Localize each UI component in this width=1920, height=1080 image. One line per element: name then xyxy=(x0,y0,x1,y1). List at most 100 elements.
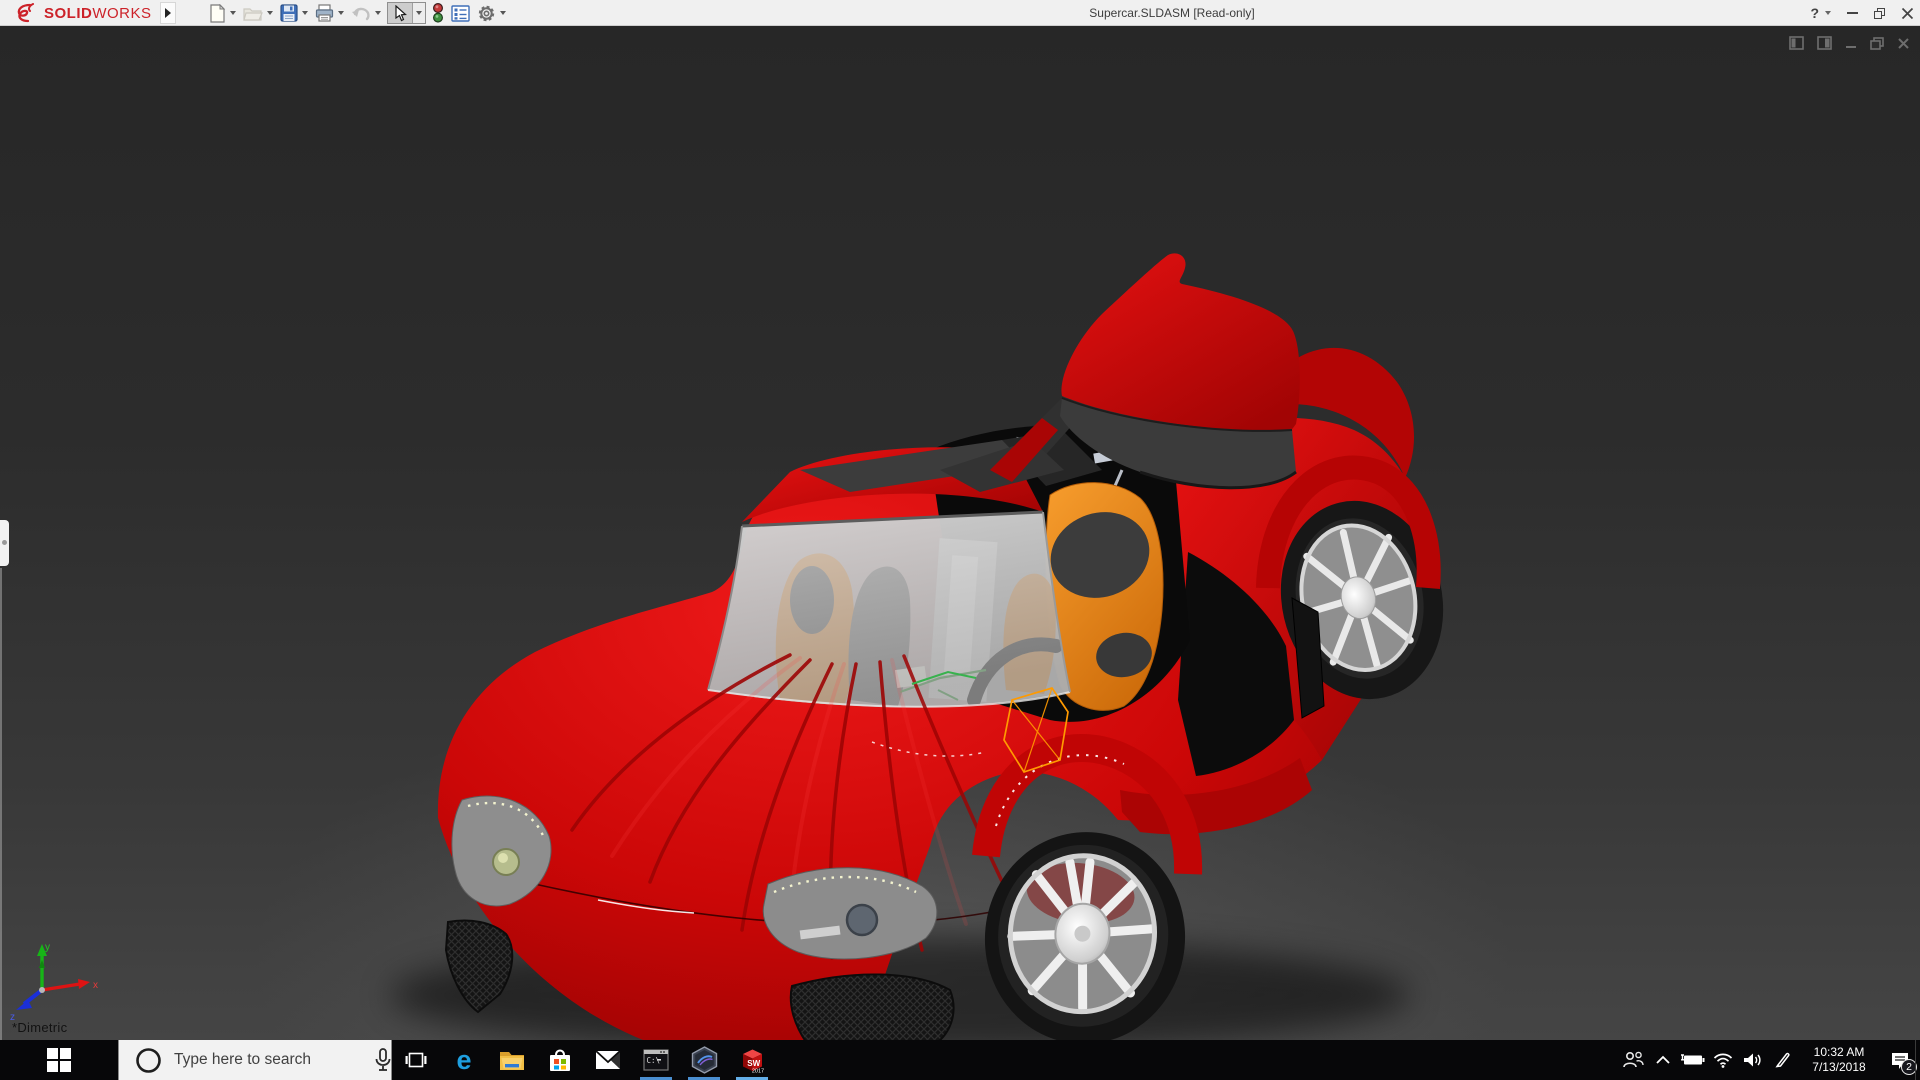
logo-solid: SOLID xyxy=(44,5,92,22)
doc-minimize-icon[interactable] xyxy=(1845,37,1857,49)
document-window-controls xyxy=(1789,36,1910,50)
solidworks-logo-text: SOLIDWORKS xyxy=(44,5,152,22)
options-list-icon xyxy=(451,5,470,22)
restore-button[interactable] xyxy=(1874,8,1885,19)
gullwing-door[interactable] xyxy=(940,253,1300,492)
solidworks-2017-button[interactable]: SW 2017 xyxy=(728,1040,776,1080)
svg-text:2017: 2017 xyxy=(751,1069,763,1075)
minimize-button[interactable] xyxy=(1847,12,1858,14)
triad-y-label: y xyxy=(45,942,50,953)
undo-button[interactable] xyxy=(350,1,382,25)
panel-edge-line xyxy=(0,568,2,1040)
select-tool-button[interactable] xyxy=(387,2,426,24)
store-button[interactable] xyxy=(536,1040,584,1080)
system-tray: 10:32 AM 7/13/2018 2 xyxy=(1618,1040,1920,1080)
search-input[interactable] xyxy=(162,1042,374,1078)
edge-icon: e xyxy=(456,1047,471,1074)
windows-ink-button[interactable] xyxy=(1768,1040,1798,1080)
print-button[interactable] xyxy=(314,1,345,25)
document-title: Supercar.SLDASM [Read-only] xyxy=(1089,6,1254,20)
dropdown-caret-icon xyxy=(416,11,422,15)
ds-logo-icon xyxy=(14,3,40,23)
logo-flyout-button[interactable] xyxy=(160,2,176,24)
front-grille-center[interactable] xyxy=(791,974,954,1042)
store-icon xyxy=(548,1047,572,1073)
start-button[interactable] xyxy=(0,1040,118,1080)
display-options-button[interactable] xyxy=(450,1,471,25)
tray-overflow-button[interactable] xyxy=(1648,1040,1678,1080)
orientation-triad[interactable]: y x z xyxy=(8,938,104,1024)
pinned-apps: e xyxy=(392,1040,776,1080)
dropdown-caret-icon[interactable] xyxy=(375,11,381,15)
show-desktop-button[interactable] xyxy=(1915,1040,1920,1080)
dropdown-caret-icon[interactable] xyxy=(500,11,506,15)
hexagon-app-button[interactable] xyxy=(680,1040,728,1080)
people-button[interactable] xyxy=(1618,1040,1648,1080)
command-prompt-icon: C:\ xyxy=(643,1049,669,1071)
microphone-icon[interactable] xyxy=(374,1048,392,1072)
cortana-search-icon xyxy=(135,1047,162,1074)
mail-icon xyxy=(595,1050,621,1070)
help-button[interactable]: ? xyxy=(1810,5,1819,21)
save-button[interactable] xyxy=(279,1,309,25)
window-controls: ? xyxy=(1810,0,1914,26)
door-outer-panel[interactable] xyxy=(1061,253,1299,432)
windows-logo-icon xyxy=(46,1047,72,1073)
quick-access-toolbar xyxy=(208,0,507,26)
collapsed-panel-tab[interactable] xyxy=(0,520,9,566)
graphics-viewport[interactable]: y x z *Dimetric xyxy=(0,26,1920,1040)
new-document-button[interactable] xyxy=(208,1,237,25)
triad-x-label: x xyxy=(93,980,98,991)
windows-taskbar: e xyxy=(0,1040,1920,1080)
open-folder-icon xyxy=(243,5,263,22)
new-document-icon xyxy=(209,4,226,23)
supercar-3d-model[interactable] xyxy=(0,0,1920,1080)
svg-text:SW: SW xyxy=(747,1059,760,1068)
select-tool-dropdown[interactable] xyxy=(412,3,425,23)
title-bar: SOLIDWORKS xyxy=(0,0,1920,26)
help-dropdown-caret-icon[interactable] xyxy=(1825,11,1831,15)
command-prompt-button[interactable]: C:\ xyxy=(632,1040,680,1080)
dropdown-caret-icon[interactable] xyxy=(230,11,236,15)
dropdown-caret-icon[interactable] xyxy=(267,11,273,15)
windshield[interactable] xyxy=(708,512,1070,707)
clock-date: 7/13/2018 xyxy=(1802,1060,1876,1075)
dropdown-caret-icon[interactable] xyxy=(302,11,308,15)
mail-button[interactable] xyxy=(584,1040,632,1080)
headlight-right[interactable] xyxy=(763,868,937,959)
taskbar-search[interactable] xyxy=(118,1040,392,1080)
close-button[interactable] xyxy=(1901,7,1914,20)
solidworks-2017-icon: SW 2017 xyxy=(739,1046,766,1074)
select-tool-pressed[interactable] xyxy=(388,3,412,23)
dropdown-caret-icon[interactable] xyxy=(338,11,344,15)
action-center-button[interactable]: 2 xyxy=(1880,1040,1920,1080)
settings-button[interactable] xyxy=(476,1,507,25)
people-icon xyxy=(1622,1051,1644,1069)
doc-restore-icon[interactable] xyxy=(1870,37,1884,50)
task-view-button[interactable] xyxy=(392,1040,440,1080)
flyout-arrow-icon xyxy=(165,8,171,18)
wifi-icon xyxy=(1713,1052,1733,1068)
file-explorer-button[interactable] xyxy=(488,1040,536,1080)
traffic-light-icon xyxy=(432,3,444,23)
hexagon-app-icon xyxy=(691,1046,718,1074)
battery-charging-icon xyxy=(1680,1053,1706,1067)
task-view-icon xyxy=(405,1051,427,1069)
view-orientation-label: *Dimetric xyxy=(12,1020,67,1035)
doc-close-icon[interactable] xyxy=(1897,37,1910,50)
battery-button[interactable] xyxy=(1678,1040,1708,1080)
panel-tab-grip-icon xyxy=(2,540,7,545)
show-pane-left-icon[interactable] xyxy=(1789,36,1804,50)
volume-icon xyxy=(1743,1052,1763,1068)
open-button[interactable] xyxy=(242,1,274,25)
network-button[interactable] xyxy=(1708,1040,1738,1080)
taskbar-clock[interactable]: 10:32 AM 7/13/2018 xyxy=(1802,1045,1876,1075)
clock-time: 10:32 AM xyxy=(1802,1045,1876,1060)
show-pane-right-icon[interactable] xyxy=(1817,36,1832,50)
solidworks-window: SOLIDWORKS xyxy=(0,0,1920,1080)
volume-button[interactable] xyxy=(1738,1040,1768,1080)
edge-button[interactable]: e xyxy=(440,1040,488,1080)
file-explorer-icon xyxy=(499,1049,525,1071)
rebuild-button[interactable] xyxy=(431,1,445,25)
logo-works: WORKS xyxy=(92,5,151,22)
